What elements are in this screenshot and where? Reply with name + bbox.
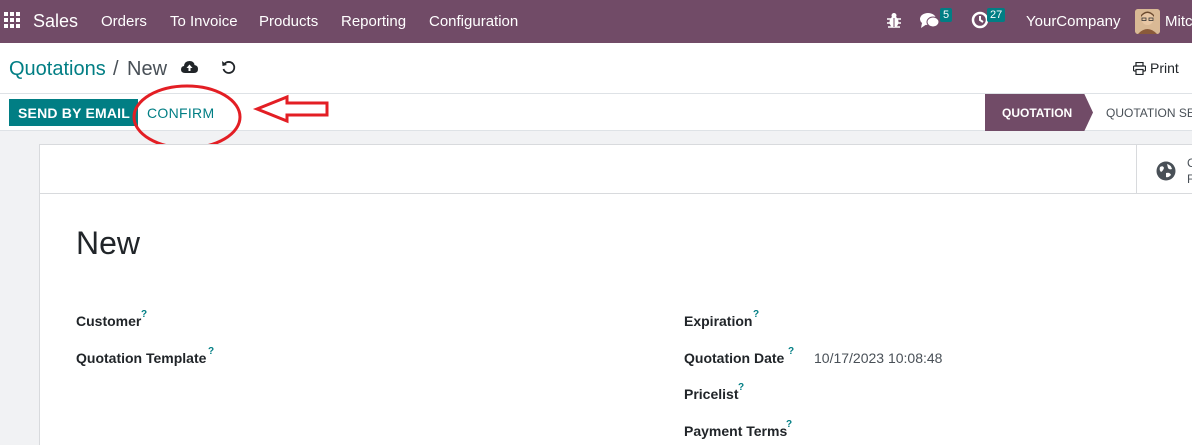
record-title: New [76, 225, 141, 261]
customer-help-icon[interactable]: ? [141, 309, 147, 320]
pricelist-help-icon[interactable]: ? [738, 382, 744, 393]
quotation-date-help-icon[interactable]: ? [788, 346, 794, 357]
top-navbar: Sales Orders To Invoice Products Reporti… [0, 0, 1192, 43]
status-quotation-sent[interactable]: QUOTATION SE [1106, 94, 1192, 131]
activities-badge: 27 [987, 8, 1006, 22]
send-by-email-button[interactable]: SEND BY EMAIL [9, 99, 140, 126]
print-label: Print [1150, 60, 1179, 76]
breadcrumb-current: New [127, 58, 168, 80]
smart-button-box: C F [40, 145, 1192, 194]
confirm-button[interactable]: CONFIRM [138, 99, 224, 126]
quotation-template-help-icon[interactable]: ? [208, 346, 214, 357]
undo-icon[interactable] [221, 60, 236, 75]
menu-to-invoice[interactable]: To Invoice [170, 13, 238, 30]
breadcrumb-separator: / [113, 58, 119, 80]
globe-icon [1156, 161, 1176, 181]
chat-icon[interactable] [920, 11, 940, 29]
app-name[interactable]: Sales [33, 11, 78, 32]
menu-configuration[interactable]: Configuration [429, 13, 518, 30]
breadcrumb-quotations[interactable]: Quotations [9, 58, 106, 81]
menu-products[interactable]: Products [259, 13, 318, 30]
menu-orders[interactable]: Orders [101, 13, 147, 30]
form-sheet: C F New Customer ? Quotation Template ? … [39, 144, 1192, 445]
menu-reporting[interactable]: Reporting [341, 13, 406, 30]
smart-button-text: C F [1187, 156, 1192, 186]
action-bar: SEND BY EMAIL CONFIRM QUOTATION QUOTATIO… [0, 93, 1192, 131]
bug-icon[interactable] [886, 11, 902, 29]
quotation-template-label: Quotation Template [76, 350, 207, 366]
pricelist-label: Pricelist [684, 386, 739, 402]
apps-grid-icon[interactable] [4, 12, 20, 28]
payment-terms-label: Payment Terms [684, 423, 788, 439]
messages-badge: 5 [940, 8, 953, 22]
printer-icon [1133, 61, 1146, 75]
quotation-date-input[interactable]: 10/17/2023 10:08:48 [814, 350, 942, 366]
status-quotation[interactable]: QUOTATION [985, 94, 1093, 131]
user-avatar[interactable] [1135, 9, 1160, 34]
company-switcher[interactable]: YourCompany [1026, 13, 1121, 30]
breadcrumb-bar: Quotations / New Print [0, 43, 1192, 93]
cloud-upload-icon[interactable] [181, 60, 198, 74]
customer-label: Customer [76, 313, 142, 329]
expiration-label: Expiration [684, 313, 753, 329]
smart-button-customer-preview[interactable]: C F [1136, 145, 1192, 194]
print-button[interactable]: Print [1133, 60, 1179, 76]
quotation-date-label: Quotation Date [684, 350, 785, 366]
expiration-help-icon[interactable]: ? [753, 309, 759, 320]
payment-terms-help-icon[interactable]: ? [786, 419, 792, 430]
user-name[interactable]: Mitc [1165, 13, 1192, 30]
